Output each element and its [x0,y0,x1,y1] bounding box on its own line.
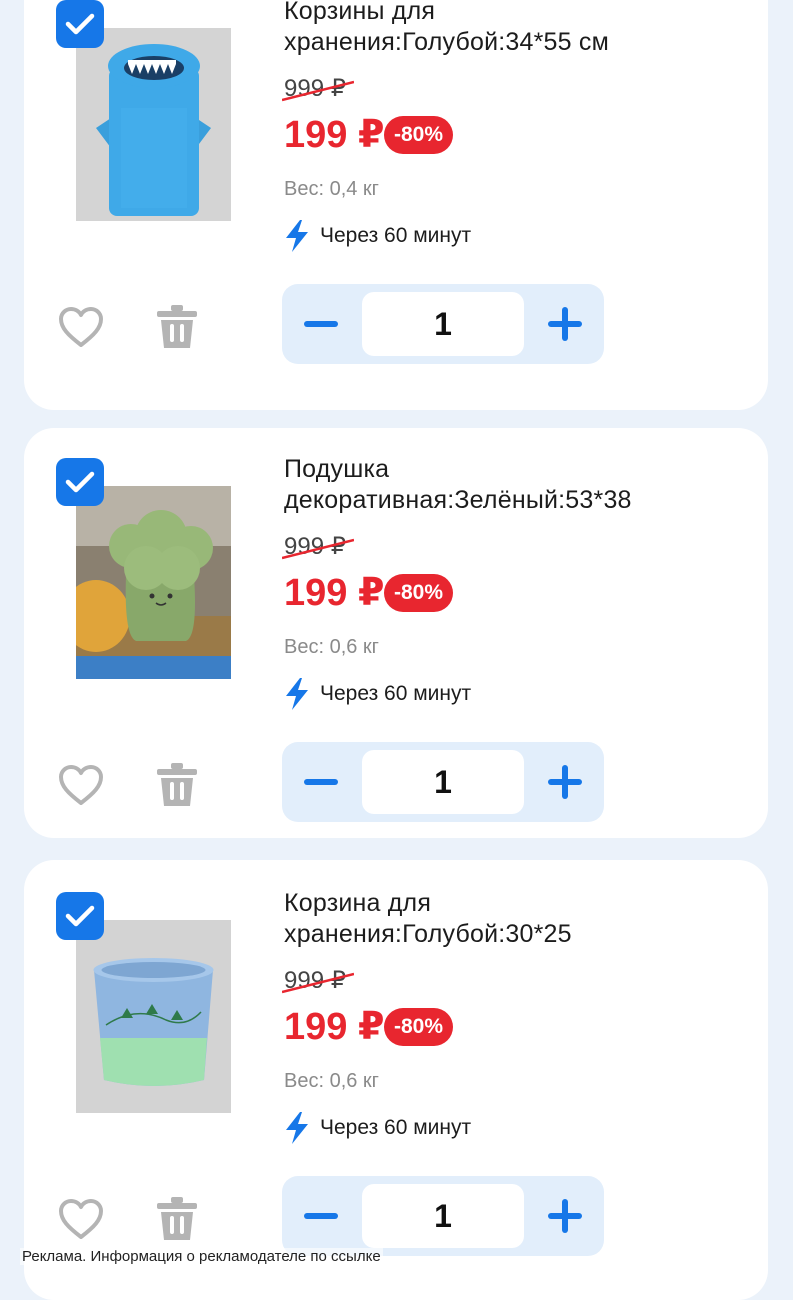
product-image[interactable] [76,486,231,679]
increase-button[interactable] [526,742,604,822]
product-weight: Вес: 0,4 кг [284,178,379,200]
lightning-icon [286,678,308,710]
plus-icon [548,1199,582,1233]
quantity-value[interactable]: 1 [362,292,524,356]
delivery-text: Через 60 минут [320,224,472,247]
trash-icon [157,305,197,348]
decrease-button[interactable] [282,284,360,364]
cart-item: Корзина для хранения:Голубой:30*25 999 ₽… [24,860,768,1300]
broccoli-pillow-image [76,486,231,679]
strikethrough-line [282,80,354,102]
checkmark-icon [65,13,95,35]
delivery-text: Через 60 минут [320,1116,472,1139]
favorite-button[interactable] [58,1198,104,1240]
plus-icon [548,765,582,799]
old-price: 999 ₽ [282,74,354,103]
ad-disclaimer[interactable]: Реклама. Информация о рекламодателе по с… [20,1248,383,1265]
quantity-stepper: 1 [282,1176,604,1256]
item-checkbox[interactable] [56,0,104,48]
lightning-icon [286,1112,308,1144]
delete-button[interactable] [156,1196,198,1242]
product-image[interactable] [76,920,231,1113]
plus-icon [548,307,582,341]
checkmark-icon [65,471,95,493]
favorite-button[interactable] [58,764,104,806]
shark-storage-basket-image [76,28,231,221]
quantity-value[interactable]: 1 [362,750,524,814]
quantity-value[interactable]: 1 [362,1184,524,1248]
cart-item: Корзины для хранения:Голубой:34*55 см 99… [24,0,768,410]
strikethrough-line [282,972,354,994]
cart-item: Подушка декоративная:Зелёный:53*38 999 ₽… [24,428,768,838]
current-price: 199 ₽ [284,1006,385,1048]
trash-icon [157,763,197,806]
item-checkbox[interactable] [56,892,104,940]
current-price: 199 ₽ [284,114,385,156]
product-weight: Вес: 0,6 кг [284,1070,379,1092]
delete-button[interactable] [156,762,198,808]
minus-icon [304,1213,338,1219]
decrease-button[interactable] [282,1176,360,1256]
item-checkbox[interactable] [56,458,104,506]
discount-badge: -80% [384,116,454,154]
old-price: 999 ₽ [282,966,354,995]
strikethrough-line [282,538,354,560]
current-price: 199 ₽ [284,572,385,614]
minus-icon [304,321,338,327]
product-image[interactable] [76,28,231,221]
product-weight: Вес: 0,6 кг [284,636,379,658]
increase-button[interactable] [526,1176,604,1256]
discount-badge: -80% [384,574,454,612]
decrease-button[interactable] [282,742,360,822]
quantity-stepper: 1 [282,742,604,822]
delivery-info: Через 60 минут [284,678,471,710]
minus-icon [304,779,338,785]
delivery-info: Через 60 минут [284,1112,471,1144]
heart-icon [59,307,103,347]
heart-icon [59,765,103,805]
product-title[interactable]: Подушка декоративная:Зелёный:53*38 [284,454,724,516]
favorite-button[interactable] [58,306,104,348]
product-title[interactable]: Корзина для хранения:Голубой:30*25 [284,888,724,950]
rope-basket-image [76,920,231,1113]
delivery-text: Через 60 минут [320,682,472,705]
delivery-info: Через 60 минут [284,220,471,252]
checkmark-icon [65,905,95,927]
quantity-stepper: 1 [282,284,604,364]
product-title[interactable]: Корзины для хранения:Голубой:34*55 см [284,0,724,58]
heart-icon [59,1199,103,1239]
lightning-icon [286,220,308,252]
trash-icon [157,1197,197,1240]
delete-button[interactable] [156,304,198,350]
old-price: 999 ₽ [282,532,354,561]
discount-badge: -80% [384,1008,454,1046]
increase-button[interactable] [526,284,604,364]
